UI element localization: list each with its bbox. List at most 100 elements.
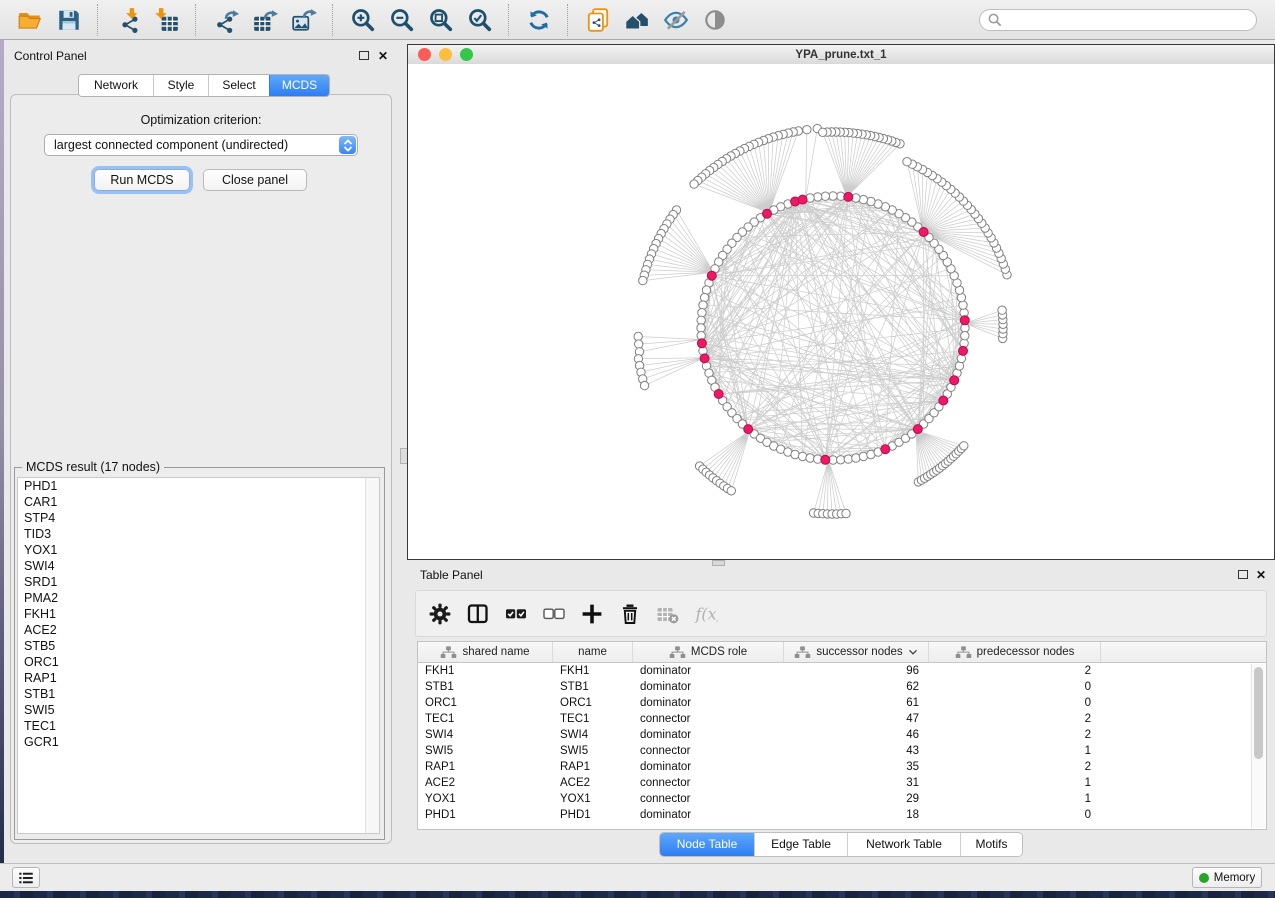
graph-leaf-node[interactable]	[690, 180, 698, 188]
graph-leaf-node[interactable]	[635, 340, 643, 348]
graph-leaf-node[interactable]	[727, 487, 735, 495]
table-row[interactable]: ACE2ACE2connector311	[418, 775, 1266, 791]
graph-node[interactable]	[844, 455, 852, 463]
graph-mcds-hub-node[interactable]	[844, 192, 853, 201]
table-row[interactable]: PHD1PHD1dominator180	[418, 807, 1266, 823]
mcds-result-item[interactable]: GCR1	[18, 734, 379, 750]
mcds-result-item[interactable]: STB5	[18, 638, 379, 654]
control-panel-float-button[interactable]	[359, 51, 369, 60]
graph-leaf-node[interactable]	[640, 381, 648, 389]
network-snapshot-button[interactable]	[578, 4, 617, 36]
graph-node[interactable]	[837, 456, 845, 464]
refresh-button[interactable]	[519, 4, 558, 36]
graph-leaf-node[interactable]	[639, 276, 647, 284]
graph-mcds-hub-node[interactable]	[821, 455, 830, 464]
table-row[interactable]: SWI4SWI4dominator462	[418, 727, 1266, 743]
table-scrollbar-thumb[interactable]	[1254, 667, 1263, 759]
tab-network-table[interactable]: Network Table	[847, 833, 960, 856]
mcds-result-item[interactable]: STP4	[18, 510, 379, 526]
mcds-result-item[interactable]: ORC1	[18, 654, 379, 670]
graph-mcds-hub-node[interactable]	[960, 316, 969, 325]
add-button[interactable]	[580, 602, 604, 626]
save-session-button[interactable]	[49, 4, 88, 36]
graph-leaf-node[interactable]	[819, 128, 827, 136]
close-panel-button[interactable]: Close panel	[203, 169, 307, 191]
task-history-button[interactable]	[12, 867, 40, 888]
tab-motifs[interactable]: Motifs	[960, 833, 1022, 856]
graph-mcds-hub-node[interactable]	[959, 346, 968, 355]
zoom-selected-button[interactable]	[460, 4, 499, 36]
graph-leaf-node[interactable]	[842, 509, 850, 517]
export-image-button[interactable]	[284, 4, 323, 36]
close-traffic-light[interactable]	[418, 48, 431, 61]
table-scrollbar[interactable]	[1251, 664, 1265, 828]
mcds-result-item[interactable]: FKH1	[18, 606, 379, 622]
show-panel-button[interactable]	[695, 4, 734, 36]
minimize-traffic-light[interactable]	[439, 48, 452, 61]
export-network-button[interactable]	[206, 4, 245, 36]
mcds-result-item[interactable]: TEC1	[18, 718, 379, 734]
hide-panel-button[interactable]	[656, 4, 695, 36]
columns-button[interactable]	[466, 602, 490, 626]
column-header-successor-nodes[interactable]: successor nodes	[784, 642, 929, 662]
tab-mcds[interactable]: MCDS	[269, 75, 329, 96]
graph-leaf-node[interactable]	[998, 306, 1006, 314]
open-file-button[interactable]	[10, 4, 49, 36]
mcds-result-item[interactable]: PMA2	[18, 590, 379, 606]
mcds-result-item[interactable]: RAP1	[18, 670, 379, 686]
mcds-result-item[interactable]: SWI4	[18, 558, 379, 574]
table-row[interactable]: SWI5SWI5connector431	[418, 743, 1266, 759]
graph-node[interactable]	[698, 309, 706, 317]
table-row[interactable]: RAP1RAP1dominator352	[418, 759, 1266, 775]
graph-node[interactable]	[829, 192, 837, 200]
export-table-button[interactable]	[245, 4, 284, 36]
table-row[interactable]: STB1STB1dominator620	[418, 679, 1266, 695]
graph-node[interactable]	[798, 452, 806, 460]
mcds-result-item[interactable]: PHD1	[18, 478, 379, 494]
zoom-traffic-light[interactable]	[460, 48, 473, 61]
mcds-result-item[interactable]: TID3	[18, 526, 379, 542]
graph-node[interactable]	[959, 301, 967, 309]
graph-mcds-hub-node[interactable]	[913, 425, 922, 434]
graph-mcds-hub-node[interactable]	[881, 445, 890, 454]
column-header-predecessor-nodes[interactable]: predecessor nodes	[929, 642, 1101, 662]
tab-edge-table[interactable]: Edge Table	[754, 833, 847, 856]
network-window-titlebar[interactable]: YPA_prune.txt_1	[408, 45, 1274, 65]
graph-mcds-hub-node[interactable]	[798, 195, 807, 204]
graph-mcds-hub-node[interactable]	[939, 396, 948, 405]
tab-node-table[interactable]: Node Table	[660, 833, 754, 856]
graph-node[interactable]	[814, 193, 822, 201]
column-header-name[interactable]: name	[553, 642, 633, 662]
mcds-result-list[interactable]: PHD1CAR1STP4TID3YOX1SWI4SRD1PMA2FKH1ACE2…	[17, 477, 380, 834]
delete-button[interactable]	[618, 602, 642, 626]
column-header-shared-name[interactable]: shared name	[418, 642, 553, 662]
graph-node[interactable]	[697, 316, 705, 324]
graph-mcds-hub-node[interactable]	[919, 228, 928, 237]
graph-node[interactable]	[821, 192, 829, 200]
network-canvas[interactable]	[408, 64, 1274, 559]
graph-node[interactable]	[806, 454, 814, 462]
mcds-result-item[interactable]: ACE2	[18, 622, 379, 638]
zoom-out-button[interactable]	[382, 4, 421, 36]
search-input[interactable]	[1007, 12, 1249, 28]
graph-mcds-hub-node[interactable]	[697, 339, 706, 348]
graph-node[interactable]	[700, 293, 708, 301]
graph-node[interactable]	[697, 324, 705, 332]
table-row[interactable]: TEC1TEC1connector472	[418, 711, 1266, 727]
table-row[interactable]: ORC1ORC1dominator610	[418, 695, 1266, 711]
graph-mcds-hub-node[interactable]	[714, 390, 723, 399]
search-box[interactable]	[979, 9, 1257, 31]
tab-network[interactable]: Network	[79, 75, 153, 96]
mcds-result-item[interactable]: SWI5	[18, 702, 379, 718]
graph-node[interactable]	[961, 332, 969, 340]
import-table-button[interactable]	[147, 4, 186, 36]
network-graph[interactable]	[408, 64, 1274, 559]
mcds-list-scrollbar[interactable]	[365, 478, 379, 833]
zoom-in-button[interactable]	[343, 4, 382, 36]
graph-leaf-node[interactable]	[803, 126, 811, 134]
control-panel-close-button[interactable]: ✕	[378, 50, 388, 62]
mcds-result-item[interactable]: STB1	[18, 686, 379, 702]
deselect-all-button[interactable]	[542, 602, 566, 626]
run-mcds-button[interactable]: Run MCDS	[94, 169, 190, 191]
table-row[interactable]: FKH1FKH1dominator962	[418, 663, 1266, 679]
